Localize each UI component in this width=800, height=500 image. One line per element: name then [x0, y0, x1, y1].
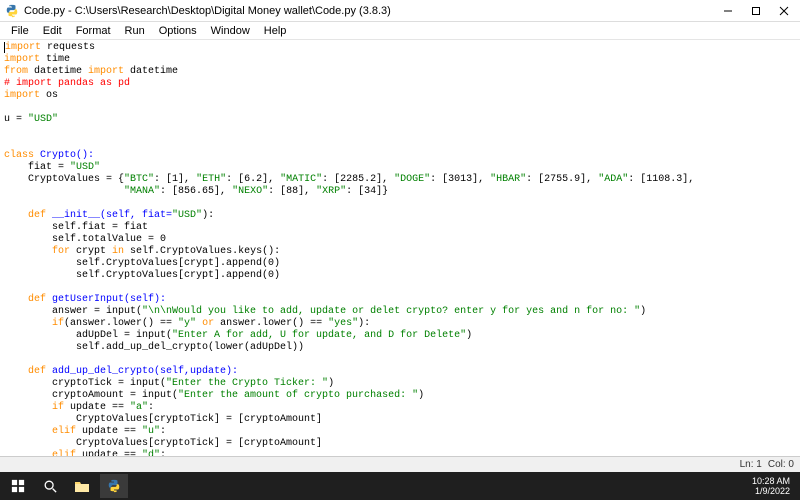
code-editor[interactable]: import requests import time from datetim…	[0, 40, 800, 456]
idle-app-icon	[4, 3, 20, 19]
maximize-button[interactable]	[742, 1, 770, 21]
status-line: Ln: 1	[740, 459, 762, 470]
window-titlebar: Code.py - C:\Users\Research\Desktop\Digi…	[0, 0, 800, 22]
menu-run[interactable]: Run	[118, 24, 152, 38]
windows-taskbar: 10:28 AM 1/9/2022	[0, 472, 800, 500]
menu-help[interactable]: Help	[257, 24, 294, 38]
tray-date: 1/9/2022	[755, 486, 790, 496]
tray-time: 10:28 AM	[752, 476, 790, 486]
window-title: Code.py - C:\Users\Research\Desktop\Digi…	[24, 5, 714, 17]
menu-window[interactable]: Window	[204, 24, 257, 38]
menu-options[interactable]: Options	[152, 24, 204, 38]
minimize-button[interactable]	[714, 1, 742, 21]
system-tray[interactable]: 10:28 AM 1/9/2022	[746, 476, 796, 496]
start-button[interactable]	[4, 474, 32, 498]
window-controls	[714, 1, 798, 21]
search-icon[interactable]	[36, 474, 64, 498]
close-button[interactable]	[770, 1, 798, 21]
menu-format[interactable]: Format	[69, 24, 118, 38]
taskbar-file-explorer-icon[interactable]	[68, 474, 96, 498]
status-col: Col: 0	[768, 459, 794, 470]
menu-file[interactable]: File	[4, 24, 36, 38]
taskbar-idle-icon[interactable]	[100, 474, 128, 498]
menu-bar: File Edit Format Run Options Window Help	[0, 22, 800, 40]
status-bar: Ln: 1 Col: 0	[0, 456, 800, 472]
menu-edit[interactable]: Edit	[36, 24, 69, 38]
